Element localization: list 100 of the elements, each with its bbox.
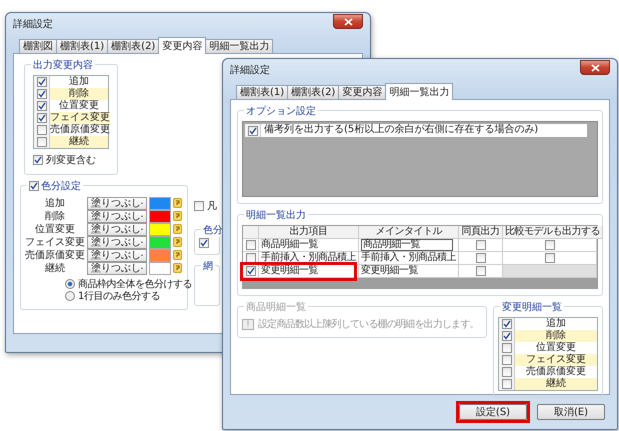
list-item[interactable]: 削除 bbox=[515, 330, 597, 342]
palette-icon[interactable] bbox=[173, 250, 182, 260]
checkbox[interactable] bbox=[502, 355, 512, 365]
checkbox[interactable] bbox=[502, 331, 512, 341]
checkbox[interactable] bbox=[246, 253, 256, 263]
tab[interactable]: 棚割表(1) bbox=[56, 39, 108, 53]
group-title: 色分 bbox=[203, 224, 223, 237]
tab[interactable]: 棚割表(2) bbox=[287, 85, 340, 99]
radio-button[interactable] bbox=[65, 279, 75, 289]
list-item[interactable]: 位置変更 bbox=[50, 100, 108, 112]
checkbox[interactable] bbox=[36, 125, 46, 135]
fill-style-dropdown[interactable]: 塗りつぶし bbox=[87, 210, 147, 222]
column-header: 同頁出力 bbox=[459, 226, 503, 239]
checkbox[interactable] bbox=[544, 253, 554, 263]
close-icon bbox=[344, 18, 352, 26]
table-cell: 変更明細一覧 bbox=[359, 265, 459, 278]
window-title: 詳細設定 bbox=[230, 64, 270, 77]
color-swatch[interactable] bbox=[149, 196, 171, 210]
checkbox[interactable] bbox=[199, 238, 209, 248]
checkbox[interactable] bbox=[544, 240, 554, 250]
checkbox[interactable] bbox=[194, 201, 204, 211]
checkbox[interactable] bbox=[29, 181, 39, 191]
checkbox-label: 凡 bbox=[207, 200, 217, 213]
color-label: フェイス変更 bbox=[25, 236, 85, 249]
checkbox[interactable] bbox=[33, 155, 43, 165]
list-item[interactable]: 削除 bbox=[50, 88, 108, 100]
tab[interactable]: 明細一覧出力 bbox=[205, 39, 274, 53]
checkbox[interactable] bbox=[502, 343, 512, 353]
color-label: 売価原価変更 bbox=[25, 248, 85, 262]
color-swatch[interactable] bbox=[149, 222, 171, 236]
list-item[interactable]: 位置変更 bbox=[515, 342, 597, 354]
dialog-button[interactable]: 設定(S) bbox=[459, 404, 527, 420]
checkbox[interactable] bbox=[476, 266, 486, 276]
palette-icon[interactable] bbox=[173, 224, 182, 234]
fill-style-dropdown[interactable]: 塗りつぶし bbox=[87, 248, 147, 262]
list-item[interactable]: フェイス変更 bbox=[515, 354, 597, 366]
checkbox[interactable] bbox=[476, 253, 486, 263]
color-swatch[interactable] bbox=[149, 262, 171, 274]
info-text: 設定商品数以上陳列している棚の明細を出力します。 bbox=[258, 318, 479, 331]
list-item[interactable]: 継続 bbox=[515, 378, 597, 390]
tab[interactable]: 明細一覧出力 bbox=[385, 83, 454, 100]
color-swatch[interactable] bbox=[149, 210, 171, 222]
checkbox[interactable] bbox=[502, 319, 512, 329]
column-header: 比較モデルも出力する bbox=[503, 226, 603, 239]
color-label: 削除 bbox=[44, 210, 66, 223]
palette-icon[interactable] bbox=[173, 237, 182, 247]
color-label: 継続 bbox=[44, 262, 66, 275]
window-title: 詳細設定 bbox=[13, 18, 53, 31]
dropdown-value: 塗りつぶし bbox=[91, 250, 141, 260]
fill-style-dropdown[interactable]: 塗りつぶし bbox=[87, 222, 147, 236]
color-swatch[interactable] bbox=[149, 248, 171, 262]
checkbox[interactable] bbox=[36, 77, 46, 87]
checkbox[interactable] bbox=[36, 101, 46, 111]
list-item[interactable]: フェイス変更 bbox=[50, 112, 110, 124]
radio-button[interactable] bbox=[65, 291, 75, 301]
group-title: 変更明細一覧 bbox=[502, 300, 562, 314]
list-item[interactable]: 売価原価変更 bbox=[50, 124, 110, 136]
tab[interactable]: 変更内容 bbox=[158, 37, 206, 54]
color-label: 位置変更 bbox=[34, 222, 76, 236]
checkbox[interactable] bbox=[36, 137, 46, 147]
fill-style-dropdown[interactable]: 塗りつぶし bbox=[87, 196, 147, 210]
checkbox[interactable] bbox=[246, 240, 256, 250]
list-item[interactable]: 追加 bbox=[515, 318, 597, 330]
close-button[interactable] bbox=[333, 14, 363, 29]
checkbox[interactable] bbox=[36, 113, 46, 123]
tab[interactable]: 棚割図 bbox=[19, 39, 57, 53]
radio-label: 商品枠内全体を色分けする bbox=[78, 278, 192, 291]
checkbox-label: 列変更含む bbox=[46, 154, 96, 167]
dropdown-value: 塗りつぶし bbox=[91, 236, 141, 248]
fill-style-dropdown[interactable]: 塗りつぶし bbox=[87, 236, 147, 248]
group-title: 色分設定 bbox=[41, 180, 81, 193]
checkbox[interactable] bbox=[476, 240, 486, 250]
column-header: 出力項目 bbox=[259, 226, 359, 239]
checkbox[interactable] bbox=[502, 379, 512, 389]
color-swatch[interactable] bbox=[149, 236, 171, 248]
group-title: 出力変更内容 bbox=[33, 58, 93, 72]
palette-icon[interactable] bbox=[173, 263, 182, 273]
checkbox[interactable] bbox=[246, 266, 256, 276]
text-field[interactable]: 商品明細一覧 bbox=[361, 239, 453, 251]
dropdown-value: 塗りつぶし bbox=[91, 210, 141, 222]
tab[interactable]: 棚割表(2) bbox=[107, 39, 160, 53]
group-title: 商品明細一覧 bbox=[246, 300, 306, 314]
checkbox[interactable] bbox=[36, 89, 46, 99]
checkbox[interactable] bbox=[248, 126, 258, 136]
checkbox[interactable] bbox=[502, 367, 512, 377]
fill-style-dropdown[interactable]: 塗りつぶし bbox=[87, 262, 147, 274]
list-item[interactable]: 売価原価変更 bbox=[515, 366, 597, 378]
tab[interactable]: 変更内容 bbox=[338, 85, 386, 99]
list-item[interactable]: 継続 bbox=[50, 136, 108, 148]
list-item[interactable]: 追加 bbox=[50, 76, 108, 88]
palette-icon[interactable] bbox=[173, 211, 182, 221]
group-title: 明細一覧出力 bbox=[246, 208, 306, 222]
dropdown-value: 塗りつぶし bbox=[91, 198, 141, 208]
palette-icon[interactable] bbox=[173, 198, 182, 208]
close-button[interactable] bbox=[580, 60, 610, 75]
dialog-button[interactable]: 取消(E) bbox=[537, 404, 605, 420]
tab[interactable]: 棚割表(1) bbox=[236, 85, 288, 99]
dropdown-value: 塗りつぶし bbox=[91, 262, 141, 274]
column-header: メインタイトル bbox=[359, 226, 459, 239]
radio-label: 1行目のみ色分する bbox=[78, 290, 160, 303]
